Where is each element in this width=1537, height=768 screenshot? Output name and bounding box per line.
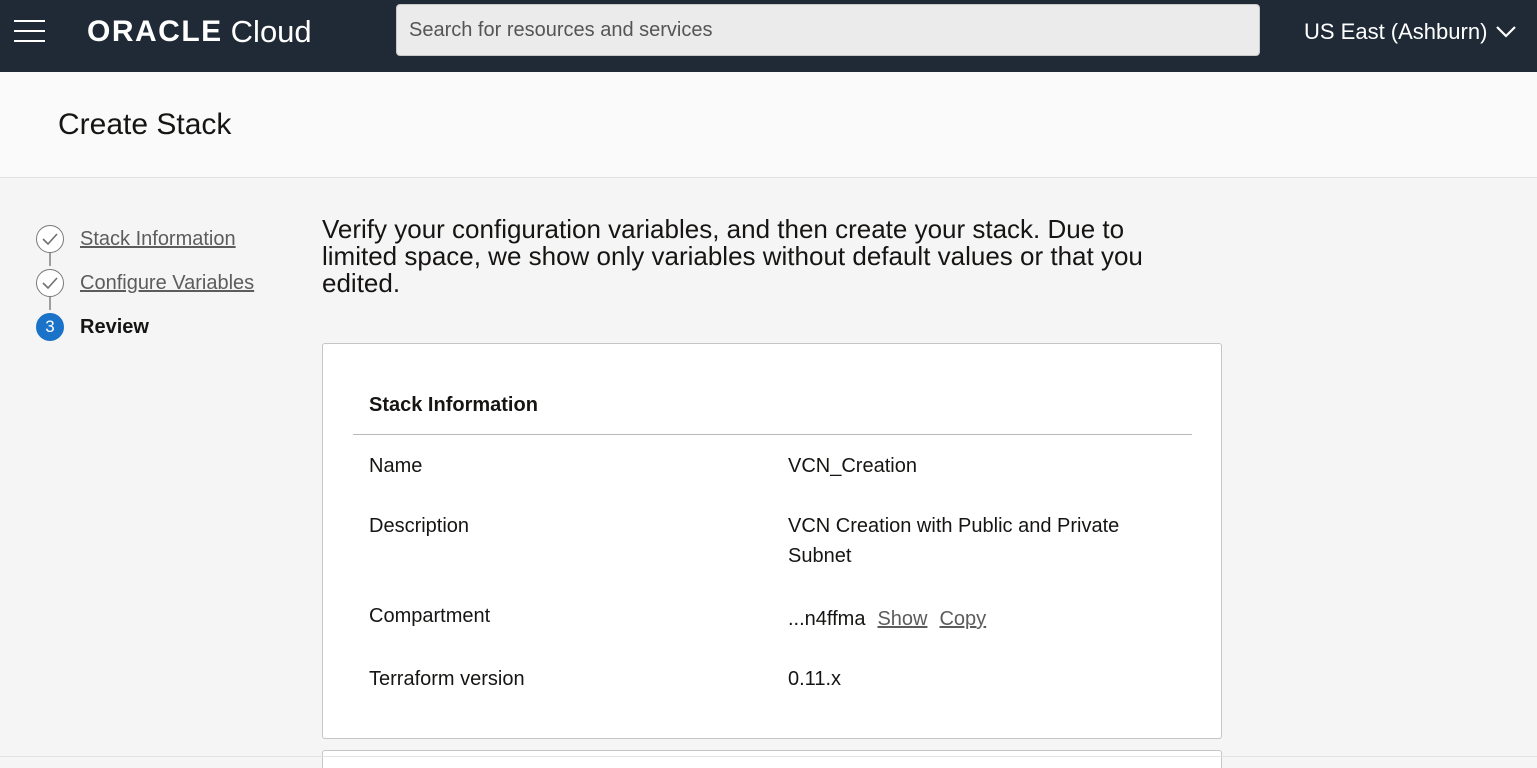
- divider: [353, 434, 1192, 435]
- next-section-card: [322, 750, 1222, 768]
- copy-link[interactable]: Copy: [939, 608, 986, 630]
- page-title: Create Stack: [58, 108, 232, 141]
- chevron-down-icon: [1496, 26, 1517, 38]
- show-link[interactable]: Show: [877, 608, 927, 630]
- compartment-label: Compartment: [369, 605, 491, 627]
- search-input[interactable]: [396, 4, 1260, 56]
- step-label[interactable]: Configure Variables: [80, 272, 254, 295]
- region-label: US East (Ashburn): [1304, 19, 1488, 44]
- checkmark-icon: [36, 225, 64, 253]
- description-value: VCN Creation with Public and Private Sub…: [788, 515, 1120, 567]
- region-selector[interactable]: US East (Ashburn): [1304, 14, 1517, 50]
- step-label: Review: [80, 315, 149, 338]
- stack-information-card: Stack Information Name VCN_Creation Desc…: [322, 343, 1222, 739]
- step-label[interactable]: Stack Information: [80, 228, 236, 251]
- oracle-cloud-logo[interactable]: ORACLE Cloud: [87, 12, 312, 52]
- hamburger-menu-icon[interactable]: [14, 20, 46, 44]
- terraform-version-value: 0.11.x: [788, 668, 841, 690]
- step-configure-variables[interactable]: Configure Variables: [36, 268, 254, 298]
- top-navigation-bar: ORACLE Cloud US East (Ashburn): [0, 0, 1537, 72]
- description-label: Description: [369, 515, 470, 537]
- step-stack-information[interactable]: Stack Information: [36, 224, 236, 254]
- step-number-badge: 3: [36, 313, 64, 341]
- step-connector: [49, 252, 51, 266]
- name-label: Name: [369, 455, 423, 477]
- wizard-steps: Stack Information Configure Variables 3 …: [36, 222, 296, 352]
- logo-product: Cloud: [230, 14, 312, 49]
- step-review: 3 Review: [36, 312, 149, 342]
- terraform-version-label: Terraform version: [369, 668, 525, 690]
- card-title: Stack Information: [369, 394, 538, 416]
- compartment-ocid-truncated: ...n4ffma: [788, 608, 866, 630]
- page-header: Create Stack: [0, 72, 1537, 178]
- divider: [0, 756, 1537, 757]
- name-value: VCN_Creation: [788, 455, 917, 477]
- checkmark-icon: [36, 269, 64, 297]
- review-instructions: Verify your configuration variables, and…: [322, 214, 1143, 298]
- compartment-value-group: ...n4ffma Show Copy: [788, 604, 1178, 634]
- step-connector: [49, 296, 51, 310]
- logo-brand: ORACLE: [87, 15, 223, 48]
